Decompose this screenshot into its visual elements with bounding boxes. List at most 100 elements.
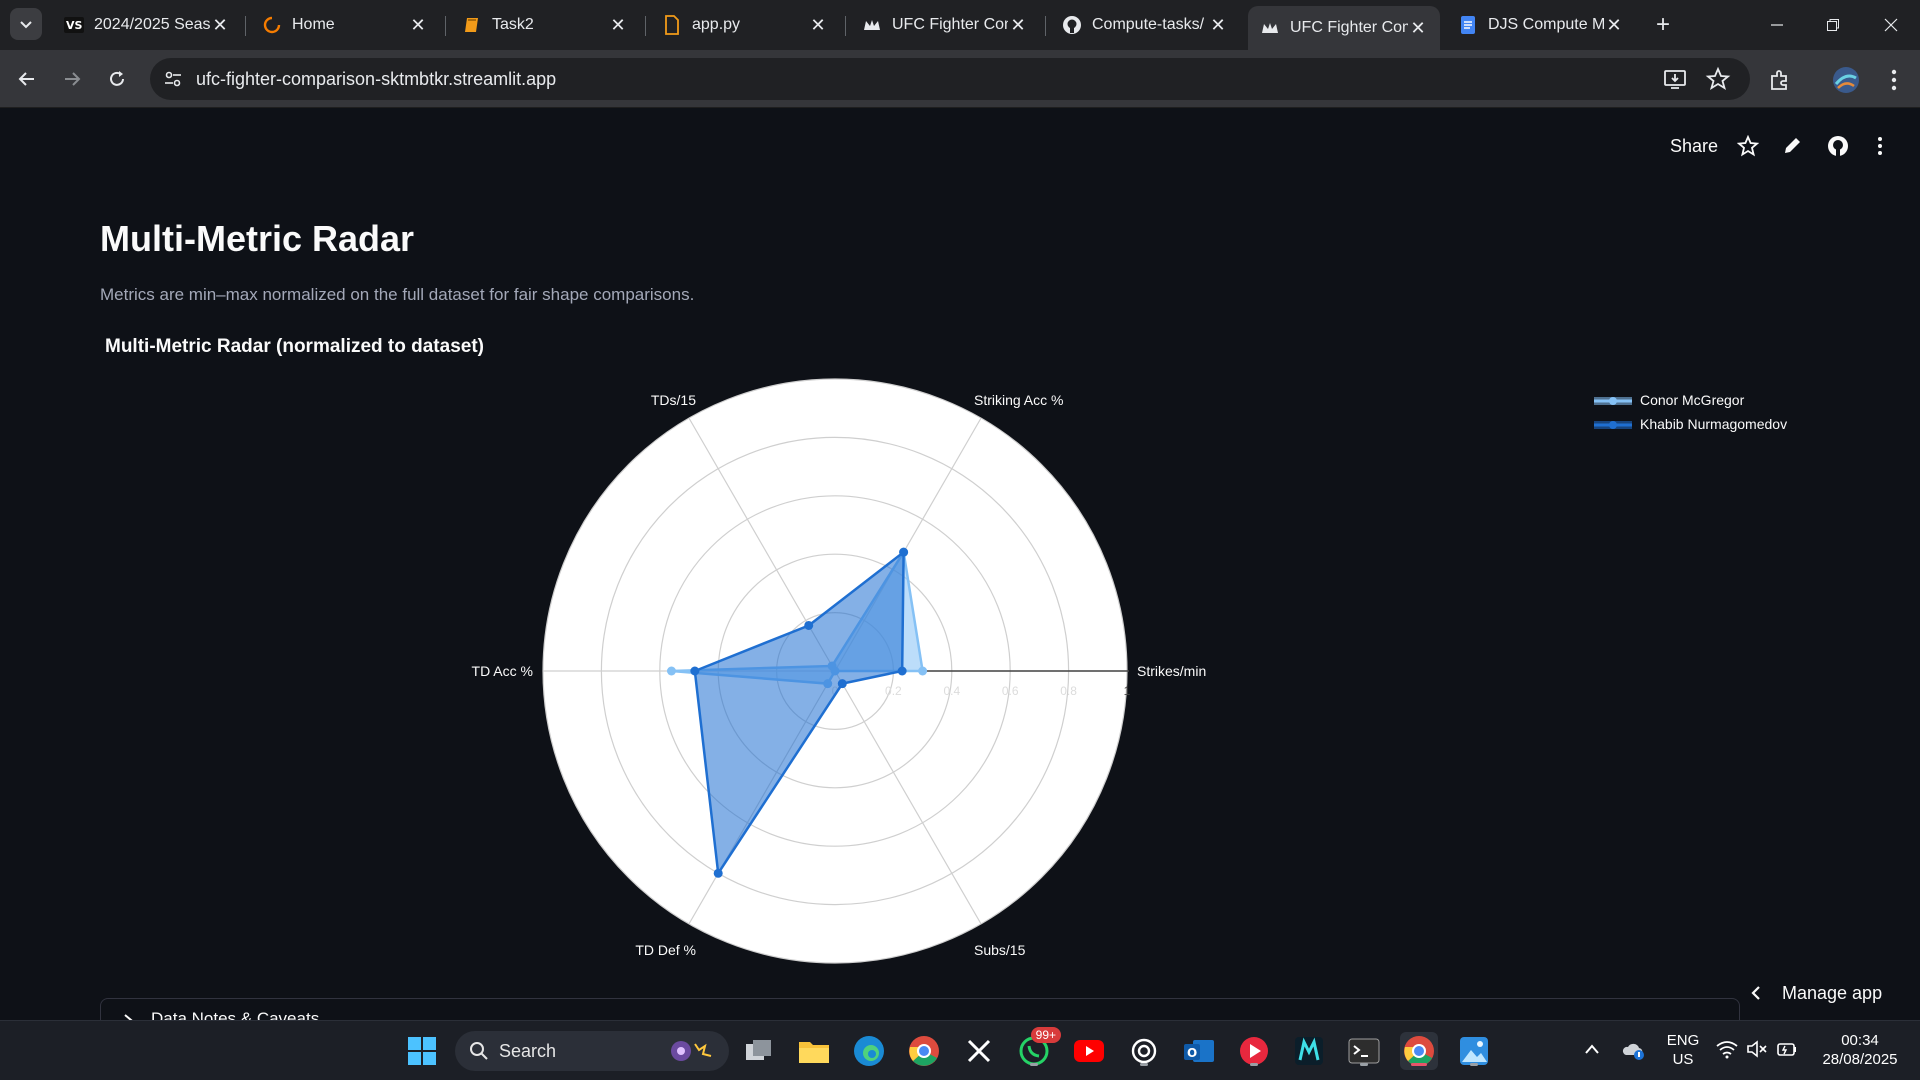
extensions-button[interactable] bbox=[1766, 66, 1794, 94]
photos-button[interactable] bbox=[1455, 1032, 1493, 1070]
chrome-button[interactable] bbox=[905, 1032, 943, 1070]
tab-8[interactable]: DJS Compute M ✕ bbox=[1446, 6, 1636, 44]
windows-taskbar: Search 99+ O ENG US 00:34 28/08/2025 bbox=[0, 1020, 1920, 1080]
tab-6[interactable]: Compute-tasks/ ✕ bbox=[1050, 6, 1240, 44]
manage-app-button[interactable]: Manage app bbox=[1746, 976, 1882, 1010]
edge-button[interactable] bbox=[850, 1032, 888, 1070]
clock[interactable]: 00:34 28/08/2025 bbox=[1810, 1031, 1910, 1069]
chrome-active-button[interactable] bbox=[1400, 1032, 1438, 1070]
tab-title: Home bbox=[292, 16, 335, 33]
chart-title: Multi-Metric Radar (normalized to datase… bbox=[105, 336, 484, 357]
docs-icon bbox=[1458, 15, 1478, 35]
tab-separator bbox=[445, 16, 446, 36]
url-text: ufc-fighter-comparison-sktmbtkr.streamli… bbox=[196, 69, 557, 89]
terminal-button[interactable] bbox=[1345, 1032, 1383, 1070]
page-caption: Metrics are min–max normalized on the fu… bbox=[100, 285, 695, 304]
terminal-icon bbox=[1348, 1038, 1380, 1064]
forward-button[interactable] bbox=[55, 62, 89, 96]
app-menu-button[interactable] bbox=[1868, 134, 1892, 158]
github-icon bbox=[1062, 15, 1082, 35]
chatgpt-button[interactable] bbox=[1125, 1032, 1163, 1070]
search-highlight-icon bbox=[671, 1041, 712, 1061]
running-indicator bbox=[1140, 1063, 1148, 1066]
tab-title: UFC Fighter Com bbox=[892, 16, 1008, 33]
file-explorer-button[interactable] bbox=[795, 1032, 833, 1070]
tab-title: UFC Fighter Com bbox=[1290, 19, 1408, 36]
legend-item-series-0[interactable]: Conor McGregor bbox=[1594, 388, 1787, 412]
taskbar-search[interactable]: Search bbox=[455, 1031, 729, 1071]
reload-button[interactable] bbox=[100, 62, 134, 96]
tab-search-button[interactable] bbox=[10, 8, 42, 40]
back-button[interactable] bbox=[10, 62, 44, 96]
restore-button[interactable] bbox=[1818, 10, 1848, 40]
close-icon[interactable]: ✕ bbox=[408, 15, 428, 35]
page-title: Multi-Metric Radar bbox=[100, 218, 415, 259]
file-icon bbox=[662, 15, 682, 35]
browser-menu-button[interactable] bbox=[1880, 66, 1908, 94]
streamlit-header: Share bbox=[0, 108, 1920, 188]
series-marker-1 bbox=[899, 547, 909, 557]
edit-button[interactable] bbox=[1780, 134, 1804, 158]
task-view-button[interactable] bbox=[740, 1032, 778, 1070]
series-marker-1 bbox=[837, 679, 847, 689]
profile-avatar[interactable] bbox=[1832, 66, 1860, 94]
arrow-right-icon bbox=[65, 72, 81, 86]
clock-date: 28/08/2025 bbox=[1822, 1051, 1898, 1068]
github-button[interactable] bbox=[1826, 134, 1850, 158]
close-window-button[interactable] bbox=[1876, 10, 1906, 40]
battery-icon[interactable] bbox=[1776, 1039, 1798, 1059]
svg-text:O: O bbox=[1187, 1046, 1197, 1060]
outlook-button[interactable]: O bbox=[1180, 1032, 1218, 1070]
volume-muted-icon[interactable] bbox=[1746, 1039, 1768, 1059]
keyboard-layout: US bbox=[1672, 1051, 1694, 1068]
close-icon[interactable]: ✕ bbox=[1208, 15, 1228, 35]
chevron-up-icon[interactable] bbox=[1584, 1043, 1600, 1055]
tab-4[interactable]: app.py ✕ bbox=[650, 6, 840, 44]
series-marker-0 bbox=[918, 666, 928, 676]
bookmark-star-icon[interactable] bbox=[1705, 66, 1731, 92]
install-app-icon[interactable] bbox=[1662, 66, 1688, 92]
spinner-icon bbox=[262, 15, 282, 35]
language-indicator[interactable]: ENG US bbox=[1664, 1031, 1702, 1069]
wifi-icon[interactable] bbox=[1716, 1039, 1738, 1059]
new-tab-button[interactable]: + bbox=[1650, 11, 1676, 38]
tab-1[interactable]: VS 2024/2025 Seaso ✕ bbox=[52, 6, 242, 44]
favorite-button[interactable] bbox=[1736, 134, 1760, 158]
axis-label: Striking Acc % bbox=[974, 392, 1063, 408]
streamlit-crown-icon bbox=[862, 15, 882, 35]
legend-item-series-1[interactable]: Khabib Nurmagomedov bbox=[1594, 412, 1787, 436]
chart-legend: Conor McGregor Khabib Nurmagomedov bbox=[1594, 388, 1787, 436]
search-label: Search bbox=[499, 1041, 557, 1061]
tab-3[interactable]: Task2 ✕ bbox=[450, 6, 640, 44]
close-icon[interactable]: ✕ bbox=[1008, 15, 1028, 35]
folder-icon bbox=[799, 1042, 829, 1063]
tab-5[interactable]: UFC Fighter Com ✕ bbox=[850, 6, 1040, 44]
share-button[interactable]: Share bbox=[1670, 136, 1718, 157]
browser-toolbar: ufc-fighter-comparison-sktmbtkr.streamli… bbox=[0, 50, 1920, 108]
close-icon[interactable]: ✕ bbox=[1408, 18, 1428, 38]
tab-2[interactable]: Home ✕ bbox=[250, 6, 440, 44]
streamlit-crown-icon bbox=[1260, 18, 1280, 38]
tab-separator bbox=[645, 16, 646, 36]
manage-app-label: Manage app bbox=[1782, 982, 1883, 1003]
close-icon[interactable]: ✕ bbox=[808, 15, 828, 35]
onedrive-icon[interactable] bbox=[1622, 1039, 1646, 1061]
media-player-button[interactable] bbox=[1235, 1032, 1273, 1070]
legend-swatch bbox=[1594, 418, 1632, 430]
close-icon[interactable]: ✕ bbox=[1604, 15, 1624, 35]
chatgpt-icon bbox=[1131, 1038, 1157, 1064]
radial-tick-label: 1 bbox=[1124, 684, 1131, 698]
start-button[interactable] bbox=[403, 1032, 441, 1070]
outlook-icon: O bbox=[1184, 1040, 1214, 1062]
close-icon[interactable]: ✕ bbox=[210, 15, 230, 35]
axis-label: TDs/15 bbox=[651, 392, 696, 408]
whatsapp-button[interactable]: 99+ bbox=[1015, 1027, 1061, 1070]
address-bar[interactable]: ufc-fighter-comparison-sktmbtkr.streamli… bbox=[150, 58, 1750, 100]
x-app-button[interactable] bbox=[960, 1032, 998, 1070]
close-icon[interactable]: ✕ bbox=[608, 15, 628, 35]
youtube-button[interactable] bbox=[1070, 1032, 1108, 1070]
site-settings-icon[interactable] bbox=[162, 68, 184, 90]
tab-7-active[interactable]: UFC Fighter Com ✕ bbox=[1248, 6, 1440, 50]
app-button-teal[interactable] bbox=[1290, 1032, 1328, 1070]
minimize-button[interactable] bbox=[1762, 10, 1792, 40]
